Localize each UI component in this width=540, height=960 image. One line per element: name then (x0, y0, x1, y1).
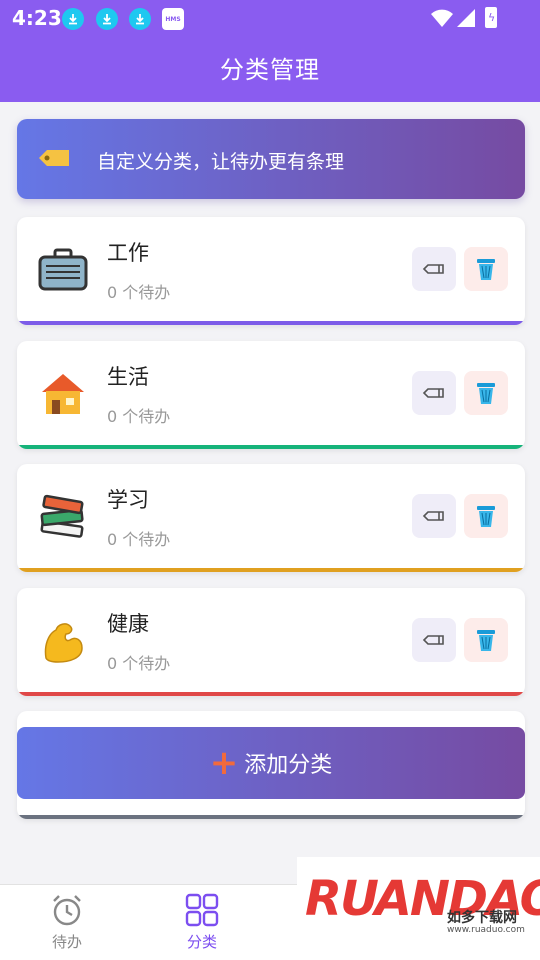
edit-button[interactable] (412, 618, 456, 662)
category-name: 工作 (107, 241, 149, 265)
trash-icon (477, 259, 495, 280)
books-icon (37, 491, 89, 543)
page-title: 分类管理 (220, 56, 320, 84)
briefcase-icon (37, 244, 89, 296)
trash-icon (477, 630, 495, 651)
house-icon (37, 368, 89, 420)
add-category-button[interactable]: + 添加分类 (17, 727, 525, 799)
nav-label: 待办 (51, 933, 82, 951)
category-card-life[interactable]: 生活 0 个待办 (17, 341, 525, 449)
add-card-accent-bar (17, 815, 525, 819)
nav-label: 分类 (186, 933, 217, 951)
edit-button[interactable] (412, 247, 456, 291)
alarm-clock-icon (53, 895, 81, 926)
category-card-health[interactable]: 健康 0 个待办 (17, 588, 525, 696)
battery-icon: ϟ (485, 7, 497, 28)
category-name: 学习 (107, 488, 149, 512)
edit-button[interactable] (412, 494, 456, 538)
download-icon (62, 8, 84, 30)
delete-button[interactable] (464, 371, 508, 415)
pencil-icon (422, 511, 444, 521)
category-accent-bar (17, 321, 525, 325)
nav-item-category[interactable]: 分类 (157, 893, 247, 952)
watermark-subtitle: 如多下载网 (447, 910, 517, 926)
trash-icon (477, 506, 495, 527)
category-accent-bar (17, 568, 525, 572)
trash-icon (477, 383, 495, 404)
info-banner: 自定义分类，让待办更有条理 (17, 119, 525, 199)
delete-button[interactable] (464, 247, 508, 291)
tag-icon (39, 150, 69, 166)
pencil-icon (422, 264, 444, 274)
category-count: 0 个待办 (107, 654, 171, 673)
plus-icon: + (209, 743, 239, 783)
category-card-work[interactable]: 工作 0 个待办 (17, 217, 525, 325)
category-count: 0 个待办 (107, 407, 171, 426)
category-count: 0 个待办 (107, 530, 171, 549)
app-header: 4:23 HMS ϟ 分类管理 (0, 0, 540, 102)
category-accent-bar (17, 692, 525, 696)
signal-icon (457, 9, 475, 27)
delete-button[interactable] (464, 494, 508, 538)
category-count: 0 个待办 (107, 283, 171, 302)
grid-icon (185, 893, 219, 927)
status-bar: 4:23 HMS ϟ (0, 0, 540, 36)
pencil-icon (422, 388, 444, 398)
status-time: 4:23 (12, 6, 62, 30)
edit-button[interactable] (412, 371, 456, 415)
pencil-icon (422, 635, 444, 645)
flexed-bicep-icon (37, 615, 89, 667)
nav-item-todo[interactable]: 待办 (22, 893, 112, 952)
delete-button[interactable] (464, 618, 508, 662)
banner-text: 自定义分类，让待办更有条理 (97, 151, 345, 173)
category-name: 生活 (107, 365, 149, 389)
wifi-icon (431, 9, 453, 27)
download-icon (129, 8, 151, 30)
watermark-url: www.ruaduo.com (447, 925, 525, 935)
add-category-card: + 添加分类 (17, 711, 525, 819)
watermark-logo: RUANDAO 如多下载网 www.ruaduo.com (297, 857, 540, 960)
category-card-study[interactable]: 学习 0 个待办 (17, 464, 525, 572)
hms-icon: HMS (162, 8, 184, 30)
category-accent-bar (17, 445, 525, 449)
category-name: 健康 (107, 612, 149, 636)
download-icon (96, 8, 118, 30)
add-category-label: 添加分类 (244, 753, 333, 778)
